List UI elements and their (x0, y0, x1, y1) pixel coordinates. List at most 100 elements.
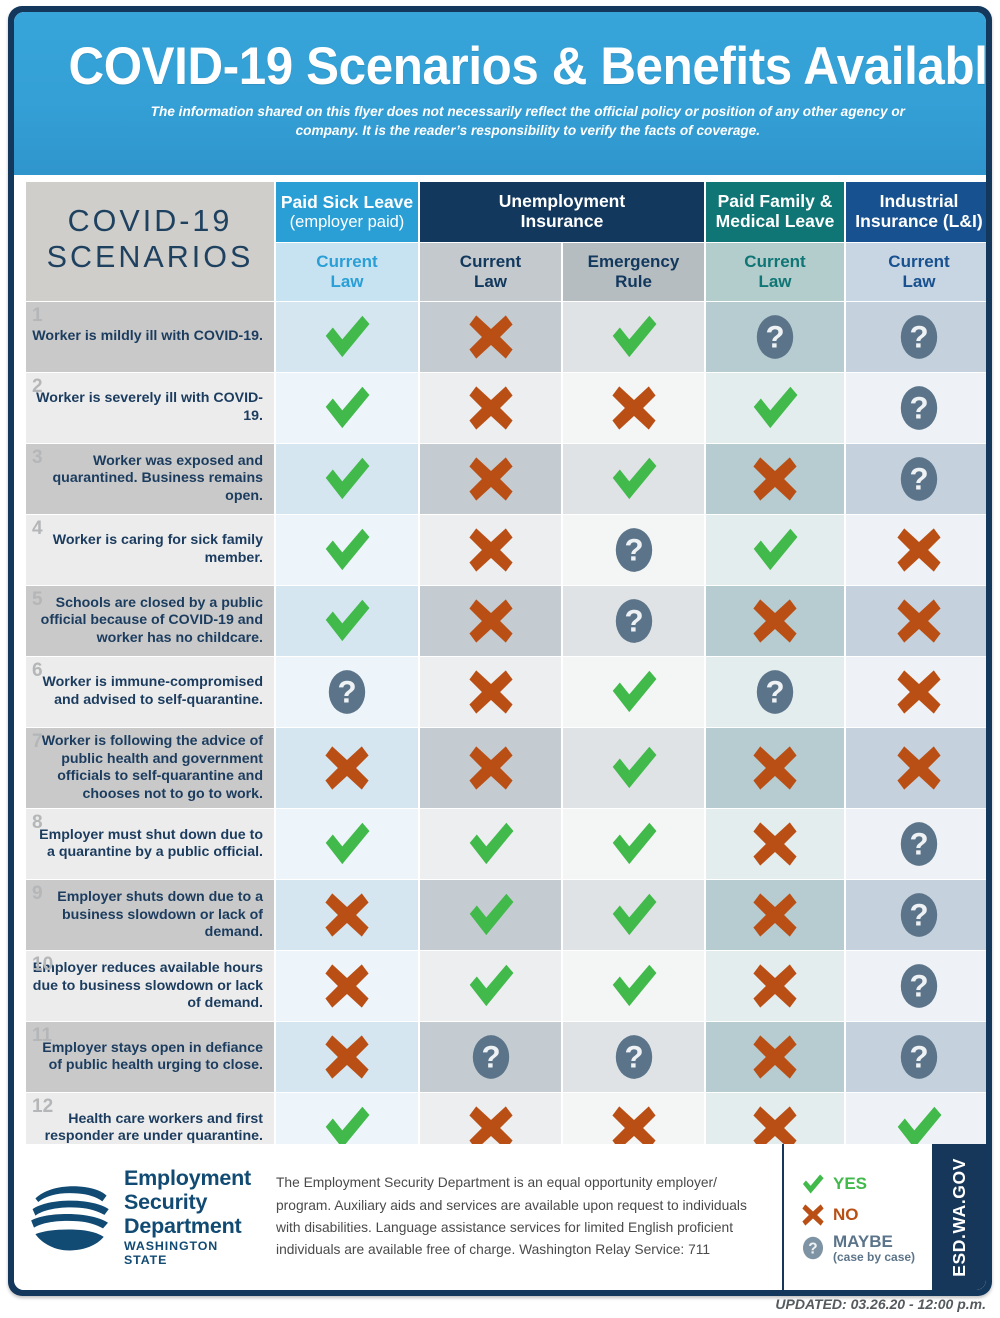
svg-text:?: ? (909, 969, 928, 1004)
benefit-cell-lni-no (846, 728, 986, 809)
group-ui-line2: Insurance (520, 211, 604, 231)
question-mark-icon: ? (800, 1235, 826, 1261)
legend-item-yes: YES (800, 1171, 932, 1197)
scenario-number: 12 (32, 1096, 54, 1118)
benefit-cell-uic-no (420, 515, 561, 585)
svg-text:?: ? (808, 1240, 817, 1257)
logo-state: WASHINGTON STATE (124, 1239, 219, 1268)
benefit-cell-lni-no (846, 515, 986, 585)
benefit-cell-psl-no (276, 1022, 418, 1093)
benefit-cell-uic-no (420, 586, 561, 656)
group-psl-line1: Paid Sick Leave (280, 191, 414, 212)
subheader-uic-line2: Law (473, 272, 508, 291)
benefit-cell-lni-maybe: ? (846, 809, 986, 880)
benefit-cell-psl-yes (276, 515, 418, 585)
cross-icon (466, 525, 516, 575)
benefit-cell-psl-maybe: ? (276, 657, 418, 727)
scenario-cell: 6 Worker is immune-compromised and advise… (26, 657, 274, 727)
check-icon (465, 889, 517, 941)
scenario-text: Worker was exposed and quarantined. Busi… (52, 452, 263, 504)
benefit-cell-lni-maybe: ? (846, 951, 986, 1022)
benefit-cell-pfml-no (706, 951, 844, 1022)
website-url-bar[interactable]: ESD.WA.GOV (932, 1144, 986, 1290)
benefit-cell-pfml-no (706, 1022, 844, 1093)
svg-text:?: ? (624, 532, 643, 567)
legend-item-no: NO (800, 1202, 932, 1228)
benefit-cell-pfml-no (706, 728, 844, 809)
svg-text:?: ? (909, 319, 928, 354)
benefit-cell-psl-no (276, 728, 418, 809)
svg-text:?: ? (909, 1040, 928, 1075)
subheader-ui-emergency-rule: Emergency Rule (563, 243, 704, 301)
column-group-paid-family-medical-leave: Paid Family & Medical Leave (706, 182, 844, 242)
check-icon (608, 742, 660, 794)
check-icon (608, 311, 660, 363)
check-icon (321, 818, 373, 870)
benefit-cell-pfml-yes (706, 515, 844, 585)
benefit-cell-uic-maybe: ? (420, 1022, 561, 1093)
cross-icon (322, 890, 372, 940)
scenario-text: Worker is mildly ill with COVID-19. (32, 328, 263, 345)
benefit-cell-psl-yes (276, 373, 418, 443)
legend-item-maybe: ? MAYBE (case by case) (800, 1233, 932, 1264)
cross-icon (800, 1202, 826, 1228)
subheader-psl-line2: Law (330, 272, 364, 291)
table-row: 8 Employer must shut down due to a quaran… (26, 809, 986, 880)
question-mark-icon: ? (896, 889, 942, 941)
scenario-text: Employer reduces available hours due to … (32, 960, 263, 1012)
check-icon (749, 524, 801, 576)
scenario-cell: 7 Worker is following the advice of publi… (26, 728, 274, 809)
check-icon (321, 453, 373, 505)
group-lni-line2: Insurance (L&I) (855, 211, 983, 231)
cross-icon (466, 667, 516, 717)
group-ui-line1: Unemployment (498, 191, 626, 212)
benefit-cell-uic-no (420, 728, 561, 809)
benefit-cell-uie-maybe: ? (563, 586, 704, 656)
scenario-cell: 9 Employer shuts down due to a business s… (26, 880, 274, 951)
scenario-number: 1 (32, 305, 43, 326)
check-icon (321, 524, 373, 576)
svg-text:?: ? (909, 898, 928, 933)
benefit-cell-lni-no (846, 657, 986, 727)
logo-line-1: Employment (124, 1165, 252, 1190)
scenario-cell: 3 Worker was exposed and quarantined. Bus… (26, 444, 274, 514)
table-row: 3 Worker was exposed and quarantined. Bus… (26, 444, 986, 514)
svg-text:?: ? (765, 319, 784, 354)
legend-label-yes: YES (833, 1174, 868, 1194)
esd-logo-icon (31, 1186, 109, 1251)
group-pfml-line1: Paid Family & (717, 191, 833, 212)
column-group-unemployment-insurance: Unemployment Insurance (420, 182, 704, 242)
scenario-text: Worker is severely ill with COVID-19. (36, 390, 263, 424)
scenario-number: 2 (32, 376, 43, 397)
logo-line-2: Security (124, 1190, 208, 1215)
benefit-cell-lni-maybe: ? (846, 302, 986, 372)
benefit-cell-uic-yes (420, 880, 561, 951)
subheader-uie-line2: Rule (615, 272, 652, 291)
benefit-cell-psl-no (276, 880, 418, 951)
scenario-text: Worker is caring for sick family member. (52, 532, 263, 566)
cross-icon (750, 1032, 800, 1082)
page-title: COVID-19 Scenarios & Benefits Available (68, 39, 986, 94)
legend-label-maybe-sub: (case by case) (833, 1249, 916, 1264)
cross-icon (750, 743, 800, 793)
question-mark-icon: ? (324, 666, 370, 718)
check-icon (608, 960, 660, 1012)
question-mark-icon: ? (611, 595, 657, 647)
subheader-lni-line1: Current (888, 251, 950, 271)
scenarios-table-body: 1 Worker is mildly ill with COVID-19.?? 2 W… (26, 302, 986, 1164)
benefit-cell-pfml-no (706, 586, 844, 656)
cross-icon (466, 596, 516, 646)
subheader-psl-line1: Current (316, 251, 378, 271)
poster-frame: COVID-19 Scenarios & Benefits Available … (8, 6, 992, 1296)
benefit-cell-uic-yes (420, 951, 561, 1022)
group-psl-line2: (employer paid) (289, 212, 405, 231)
scenario-number: 11 (32, 1025, 53, 1047)
table-corner-header: COVID-19 SCENARIOS (26, 182, 274, 301)
column-group-industrial-insurance: Industrial Insurance (L&I) (846, 182, 986, 242)
benefit-cell-uie-maybe: ? (563, 515, 704, 585)
updated-stamp: UPDATED: 03.26.20 - 12:00 p.m. (775, 1296, 986, 1312)
check-icon (321, 311, 373, 363)
table-row: 5 Schools are closed by a public official… (26, 586, 986, 656)
corner-line-1: COVID-19 (67, 204, 233, 239)
scenario-text: Employer shuts down due to a business sl… (57, 889, 263, 941)
